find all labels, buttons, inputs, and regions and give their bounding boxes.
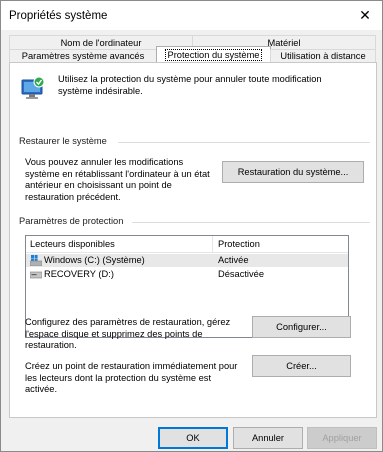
create-description-line: Créez un point de restauration immédiate… [25, 361, 238, 371]
configure-description: Configurez des paramètres de restauratio… [25, 317, 255, 352]
title-bar: Propriétés système ✕ [1, 1, 382, 30]
intro-line: Utilisez la protection du système pour a… [58, 74, 322, 84]
tab-label: Protection du système [164, 49, 263, 61]
system-restore-button[interactable]: Restauration du système... [222, 161, 364, 183]
create-description: Créez un point de restauration immédiate… [25, 361, 255, 396]
configure-button[interactable]: Configurer... [252, 316, 351, 338]
restore-description-line: système en rétablissant l'ordinateur à u… [25, 168, 210, 179]
section-divider [132, 222, 370, 223]
restore-description-line: restauration précédent. [25, 191, 121, 202]
apply-button[interactable]: Appliquer [307, 427, 377, 449]
system-properties-window: Propriétés système ✕ Nom de l'ordinateur… [0, 0, 383, 452]
column-header-drives[interactable]: Lecteurs disponibles [30, 239, 115, 249]
restore-description-line: Vous pouvez annuler les modifications [25, 157, 184, 167]
restore-description-line: antérieur en choisissant un point de [25, 180, 172, 190]
column-separator [212, 236, 213, 252]
configure-description-line: Configurez des paramètres de restauratio… [25, 317, 231, 327]
drive-row-c[interactable]: Windows (C:) (Système) Activée [26, 254, 348, 267]
tab-label: Nom de l'ordinateur [60, 38, 142, 48]
windows-drive-icon [29, 255, 43, 267]
configure-description-line: l'espace disque et supprimez des points … [25, 328, 203, 339]
column-header-protection[interactable]: Protection [218, 239, 260, 249]
drive-protection-status: Activée [218, 255, 249, 265]
create-description-line: activée. [25, 384, 58, 394]
close-icon[interactable]: ✕ [348, 1, 382, 30]
tab-label: Paramètres système avancés [21, 51, 145, 61]
create-description-line: les lecteurs dont la protection du systè… [25, 372, 212, 383]
restore-section-title: Restaurer le système [19, 136, 107, 146]
window-title: Propriétés système [9, 10, 108, 22]
create-button[interactable]: Créer... [252, 355, 351, 377]
intro-line: système indésirable. [58, 85, 143, 96]
section-divider [118, 142, 370, 143]
system-protection-icon [19, 76, 45, 102]
cancel-button[interactable]: Annuler [233, 427, 303, 449]
drive-icon [29, 271, 43, 279]
restore-description: Vous pouvez annuler les modifications sy… [25, 157, 225, 203]
drive-name: Windows (C:) (Système) [44, 255, 145, 265]
ok-button[interactable]: OK [158, 427, 228, 449]
protection-section-title: Paramètres de protection [19, 216, 124, 226]
intro-text: Utilisez la protection du système pour a… [58, 74, 370, 97]
tab-label: Matériel [267, 38, 301, 48]
drive-name: RECOVERY (D:) [44, 269, 114, 279]
tab-panel: Utilisez la protection du système pour a… [9, 62, 377, 418]
list-header: Lecteurs disponibles Protection [26, 236, 348, 253]
drive-row-d[interactable]: RECOVERY (D:) Désactivée [26, 268, 348, 281]
drive-protection-status: Désactivée [218, 269, 264, 279]
tab-label: Utilisation à distance [280, 51, 366, 61]
configure-description-line: restauration. [25, 340, 77, 350]
